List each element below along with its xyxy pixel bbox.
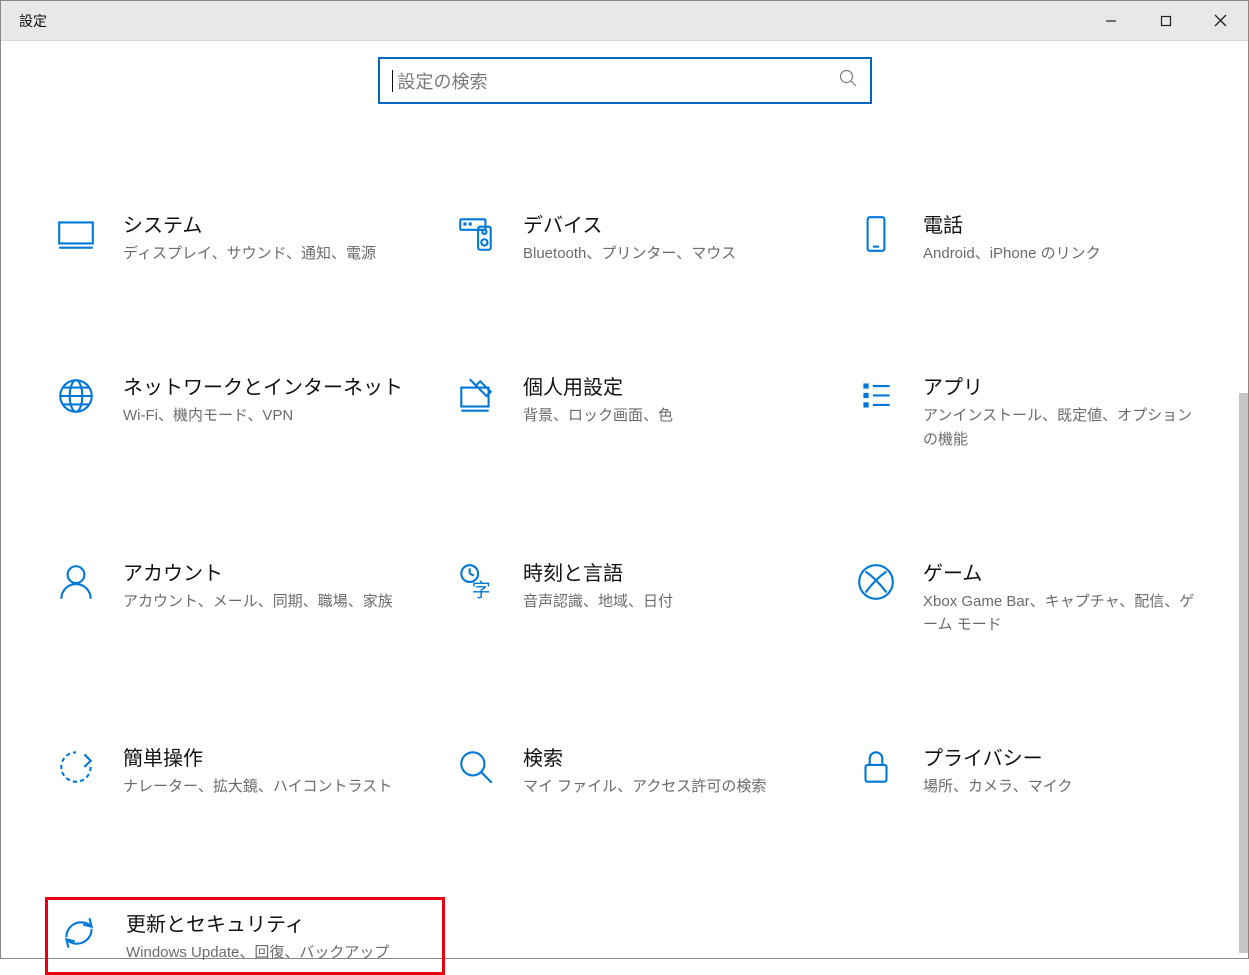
- tile-desc: マイ ファイル、アクセス許可の検索: [523, 775, 766, 798]
- tile-accounts[interactable]: アカウント アカウント、メール、同期、職場、家族: [45, 549, 445, 645]
- search-icon: [838, 68, 858, 93]
- tile-desc: ナレーター、拡大鏡、ハイコントラスト: [123, 775, 392, 798]
- update-icon: [54, 908, 104, 958]
- tile-time-language[interactable]: 字 時刻と言語 音声認識、地域、日付: [445, 549, 845, 645]
- devices-icon: [451, 209, 501, 259]
- tile-desc: アンインストール、既定値、オプションの機能: [923, 404, 1203, 451]
- tile-title: システム: [123, 209, 376, 238]
- tile-title: デバイス: [523, 209, 736, 238]
- apps-icon: [851, 371, 901, 421]
- tile-desc: 背景、ロック画面、色: [523, 404, 673, 427]
- tile-title: 個人用設定: [523, 371, 673, 400]
- lock-icon: [851, 742, 901, 792]
- search-placeholder: 設定の検索: [398, 68, 838, 94]
- account-icon: [51, 557, 101, 607]
- tile-title: ネットワークとインターネット: [123, 371, 403, 400]
- tile-desc: 場所、カメラ、マイク: [923, 775, 1072, 798]
- globe-icon: [51, 371, 101, 421]
- tile-desc: Android、iPhone のリンク: [923, 242, 1101, 265]
- tile-desc: Bluetooth、プリンター、マウス: [523, 242, 736, 265]
- tile-ease-of-access[interactable]: 簡単操作 ナレーター、拡大鏡、ハイコントラスト: [45, 734, 445, 806]
- tile-update-security[interactable]: 更新とセキュリティ Windows Update、回復、バックアップ: [45, 897, 445, 975]
- tile-title: 更新とセキュリティ: [126, 908, 389, 937]
- tile-desc: アカウント、メール、同期、職場、家族: [123, 590, 393, 613]
- tile-desc: Xbox Game Bar、キャプチャ、配信、ゲーム モード: [923, 590, 1203, 637]
- tile-title: 電話: [923, 209, 1101, 238]
- tile-phone[interactable]: 電話 Android、iPhone のリンク: [845, 201, 1245, 273]
- ease-of-access-icon: [51, 742, 101, 792]
- tile-title: ゲーム: [923, 557, 1203, 586]
- personalization-icon: [451, 371, 501, 421]
- tile-privacy[interactable]: プライバシー 場所、カメラ、マイク: [845, 734, 1245, 806]
- search-input[interactable]: 設定の検索: [378, 57, 872, 104]
- tile-title: アプリ: [923, 371, 1203, 400]
- search-container: 設定の検索: [1, 41, 1248, 104]
- tile-title: アカウント: [123, 557, 393, 586]
- tile-desc: ディスプレイ、サウンド、通知、電源: [123, 242, 376, 265]
- tile-title: 時刻と言語: [523, 557, 673, 586]
- svg-text:字: 字: [472, 579, 491, 601]
- tile-title: 検索: [523, 742, 766, 771]
- system-icon: [51, 209, 101, 259]
- window-controls: [1083, 1, 1248, 40]
- content-area: 設定の検索 システム ディスプレイ、サウンド、通知、電源: [1, 41, 1248, 958]
- tile-title: プライバシー: [923, 742, 1072, 771]
- tile-desc: 音声認識、地域、日付: [523, 590, 673, 613]
- tile-desc: Windows Update、回復、バックアップ: [126, 941, 389, 964]
- tile-search[interactable]: 検索 マイ ファイル、アクセス許可の検索: [445, 734, 845, 806]
- tile-devices[interactable]: デバイス Bluetooth、プリンター、マウス: [445, 201, 845, 273]
- window-title: 設定: [19, 11, 47, 31]
- minimize-button[interactable]: [1083, 1, 1138, 40]
- tile-title: 簡単操作: [123, 742, 392, 771]
- text-cursor: [392, 70, 393, 92]
- vertical-scrollbar[interactable]: [1239, 393, 1248, 953]
- close-button[interactable]: [1193, 1, 1248, 40]
- settings-grid: システム ディスプレイ、サウンド、通知、電源 デバイス Bluetooth、プリ…: [45, 201, 1205, 975]
- magnifier-icon: [451, 742, 501, 792]
- phone-icon: [851, 209, 901, 259]
- tile-network[interactable]: ネットワークとインターネット Wi-Fi、機内モード、VPN: [45, 363, 445, 459]
- time-language-icon: 字: [451, 557, 501, 607]
- tile-desc: Wi-Fi、機内モード、VPN: [123, 404, 403, 427]
- tile-system[interactable]: システム ディスプレイ、サウンド、通知、電源: [45, 201, 445, 273]
- titlebar: 設定: [1, 1, 1248, 41]
- xbox-icon: [851, 557, 901, 607]
- maximize-button[interactable]: [1138, 1, 1193, 40]
- tile-gaming[interactable]: ゲーム Xbox Game Bar、キャプチャ、配信、ゲーム モード: [845, 549, 1245, 645]
- tile-personalization[interactable]: 個人用設定 背景、ロック画面、色: [445, 363, 845, 459]
- tile-apps[interactable]: アプリ アンインストール、既定値、オプションの機能: [845, 363, 1245, 459]
